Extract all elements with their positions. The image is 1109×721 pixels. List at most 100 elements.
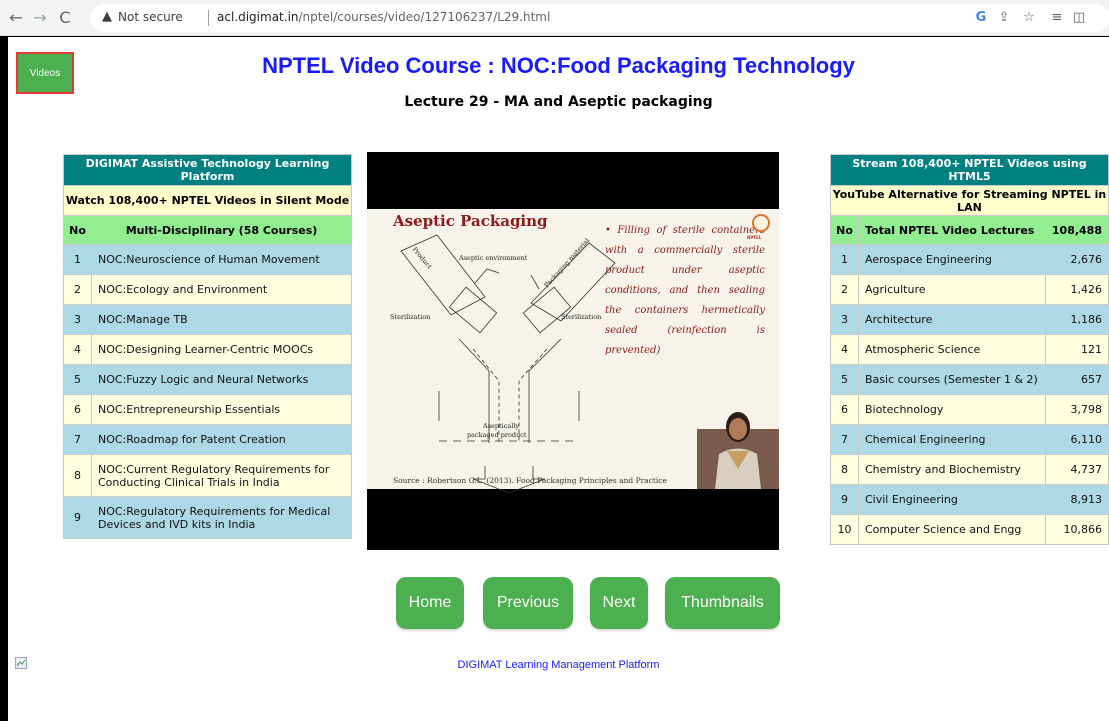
course-row[interactable]: 7 NOC:Roadmap for Patent Creation bbox=[63, 424, 352, 455]
discipline-row[interactable]: 7 Chemical Engineering 6,110 bbox=[830, 424, 1109, 455]
right-header-youtube-alt[interactable]: YouTube Alternative for Streaming NPTEL … bbox=[830, 185, 1109, 216]
course-no: 2 bbox=[63, 274, 92, 305]
discipline-link[interactable]: Computer Science and Engg bbox=[858, 514, 1046, 545]
course-link[interactable]: NOC:Roadmap for Patent Creation bbox=[91, 424, 352, 455]
course-row[interactable]: 2 NOC:Ecology and Environment bbox=[63, 274, 352, 305]
label-sterilization-left: Sterilization bbox=[390, 313, 431, 321]
reload-icon[interactable]: C bbox=[55, 8, 75, 28]
course-link[interactable]: NOC:Ecology and Environment bbox=[91, 274, 352, 305]
discipline-no: 2 bbox=[830, 274, 859, 305]
discipline-no: 4 bbox=[830, 334, 859, 365]
nptel-logo-icon bbox=[752, 214, 770, 232]
discipline-row[interactable]: 1 Aerospace Engineering 2,676 bbox=[830, 244, 1109, 275]
discipline-link[interactable]: Basic courses (Semester 1 & 2) bbox=[858, 364, 1046, 395]
forward-icon[interactable]: → bbox=[30, 8, 50, 28]
discipline-count: 121 bbox=[1044, 334, 1109, 365]
discipline-link[interactable]: Civil Engineering bbox=[858, 484, 1046, 515]
label-aseptically: Aseptically bbox=[483, 422, 520, 430]
course-link[interactable]: NOC:Fuzzy Logic and Neural Networks bbox=[91, 364, 352, 395]
video-player[interactable]: Aseptic Packaging • Filling of sterile c… bbox=[367, 152, 779, 550]
course-link[interactable]: NOC:Manage TB bbox=[91, 304, 352, 335]
course-no: 4 bbox=[63, 334, 92, 365]
previous-button[interactable]: Previous bbox=[483, 577, 573, 629]
discipline-row[interactable]: 3 Architecture 1,186 bbox=[830, 304, 1109, 335]
bookmark-star-icon[interactable]: ☆ bbox=[1020, 9, 1038, 27]
address-bar[interactable]: ▲ Not secure acl.digimat.in/nptel/course… bbox=[90, 4, 1109, 32]
discipline-row[interactable]: 8 Chemistry and Biochemistry 4,737 bbox=[830, 454, 1109, 485]
discipline-no: 1 bbox=[830, 244, 859, 275]
discipline-count: 2,676 bbox=[1044, 244, 1109, 275]
right-stream-panel: Stream 108,400+ NPTEL Videos using HTML5… bbox=[830, 154, 1109, 551]
discipline-count: 10,866 bbox=[1044, 514, 1109, 545]
box-side-lines bbox=[438, 391, 580, 421]
course-row[interactable]: 8 NOC:Current Regulatory Requirements for… bbox=[63, 454, 352, 497]
course-row[interactable]: 1 NOC:Neuroscience of Human Movement bbox=[63, 244, 352, 275]
course-no: 3 bbox=[63, 304, 92, 335]
course-row[interactable]: 5 NOC:Fuzzy Logic and Neural Networks bbox=[63, 364, 352, 395]
slide-bullet-text: • Filling of sterile containers with a c… bbox=[605, 225, 765, 356]
discipline-count: 657 bbox=[1044, 364, 1109, 395]
home-button[interactable]: Home bbox=[396, 577, 464, 629]
course-link[interactable]: NOC:Neuroscience of Human Movement bbox=[91, 244, 352, 275]
course-no: 8 bbox=[63, 454, 92, 497]
warning-icon[interactable]: ▲ bbox=[102, 9, 112, 24]
discipline-count: 1,186 bbox=[1044, 304, 1109, 335]
slide-source-citation: Source : Robertson G.L. (2013). Food Pac… bbox=[393, 476, 667, 485]
left-header-silent-mode[interactable]: Watch 108,400+ NPTEL Videos in Silent Mo… bbox=[63, 185, 352, 216]
lecture-slide: Aseptic Packaging • Filling of sterile c… bbox=[367, 209, 779, 494]
discipline-link[interactable]: Biotechnology bbox=[858, 394, 1046, 425]
right-sterilizer-box bbox=[522, 286, 572, 334]
discipline-link[interactable]: Chemical Engineering bbox=[858, 424, 1046, 455]
thumbnails-button[interactable]: Thumbnails bbox=[665, 577, 780, 629]
label-sterilization-right: Sterilization bbox=[561, 313, 602, 321]
discipline-no: 7 bbox=[830, 424, 859, 455]
course-link[interactable]: NOC:Designing Learner-Centric MOOCs bbox=[91, 334, 352, 365]
discipline-row[interactable]: 10 Computer Science and Engg 10,866 bbox=[830, 514, 1109, 545]
discipline-count: 6,110 bbox=[1044, 424, 1109, 455]
discipline-link[interactable]: Agriculture bbox=[858, 274, 1046, 305]
course-link[interactable]: NOC:Entrepreneurship Essentials bbox=[91, 394, 352, 425]
discipline-link[interactable]: Aerospace Engineering bbox=[858, 244, 1046, 275]
reading-list-icon[interactable]: ≡ bbox=[1048, 9, 1066, 27]
course-no: 1 bbox=[63, 244, 92, 275]
left-header-platform[interactable]: DIGIMAT Assistive Technology Learning Pl… bbox=[63, 154, 352, 186]
security-label[interactable]: Not secure bbox=[118, 10, 183, 24]
course-row[interactable]: 9 NOC:Regulatory Requirements for Medical… bbox=[63, 496, 352, 539]
discipline-no: 5 bbox=[830, 364, 859, 395]
course-no: 6 bbox=[63, 394, 92, 425]
discipline-count: 3,798 bbox=[1044, 394, 1109, 425]
course-row[interactable]: 6 NOC:Entrepreneurship Essentials bbox=[63, 394, 352, 425]
page-content: Videos NPTEL Video Course : NOC:Food Pac… bbox=[8, 37, 1109, 721]
discipline-no: 8 bbox=[830, 454, 859, 485]
course-row[interactable]: 4 NOC:Designing Learner-Centric MOOCs bbox=[63, 334, 352, 365]
right-header-stream[interactable]: Stream 108,400+ NPTEL Videos using HTML5 bbox=[830, 154, 1109, 186]
col-no-header: No bbox=[830, 215, 859, 245]
label-packaged-product: packaged product bbox=[467, 431, 527, 439]
slide-title: Aseptic Packaging bbox=[393, 212, 548, 230]
discipline-count: 4,737 bbox=[1044, 454, 1109, 485]
share-icon[interactable]: ⇪ bbox=[995, 9, 1013, 27]
col-no-header: No bbox=[63, 215, 92, 245]
next-button[interactable]: Next bbox=[590, 577, 648, 629]
discipline-row[interactable]: 2 Agriculture 1,426 bbox=[830, 274, 1109, 305]
back-icon[interactable]: ← bbox=[6, 8, 26, 28]
discipline-link[interactable]: Architecture bbox=[858, 304, 1046, 335]
discipline-row[interactable]: 5 Basic courses (Semester 1 & 2) 657 bbox=[830, 364, 1109, 395]
course-link[interactable]: NOC:Regulatory Requirements for Medical … bbox=[91, 496, 352, 539]
discipline-row[interactable]: 9 Civil Engineering 8,913 bbox=[830, 484, 1109, 515]
discipline-no: 9 bbox=[830, 484, 859, 515]
discipline-count: 8,913 bbox=[1044, 484, 1109, 515]
discipline-link[interactable]: Chemistry and Biochemistry bbox=[858, 454, 1046, 485]
discipline-link[interactable]: Atmospheric Science bbox=[858, 334, 1046, 365]
url-text[interactable]: acl.digimat.in/nptel/courses/video/12710… bbox=[217, 10, 550, 24]
digimat-lms-link[interactable]: DIGIMAT Learning Management Platform bbox=[8, 659, 1109, 671]
google-icon[interactable]: G bbox=[972, 9, 990, 27]
course-link[interactable]: NOC:Current Regulatory Requirements for … bbox=[91, 454, 352, 497]
left-course-panel: DIGIMAT Assistive Technology Learning Pl… bbox=[63, 154, 352, 551]
course-row[interactable]: 3 NOC:Manage TB bbox=[63, 304, 352, 335]
discipline-row[interactable]: 4 Atmospheric Science 121 bbox=[830, 334, 1109, 365]
discipline-row[interactable]: 6 Biotechnology 3,798 bbox=[830, 394, 1109, 425]
discipline-no: 10 bbox=[830, 514, 859, 545]
presenter-image bbox=[697, 412, 779, 489]
side-panel-icon[interactable]: ◫ bbox=[1070, 9, 1088, 27]
